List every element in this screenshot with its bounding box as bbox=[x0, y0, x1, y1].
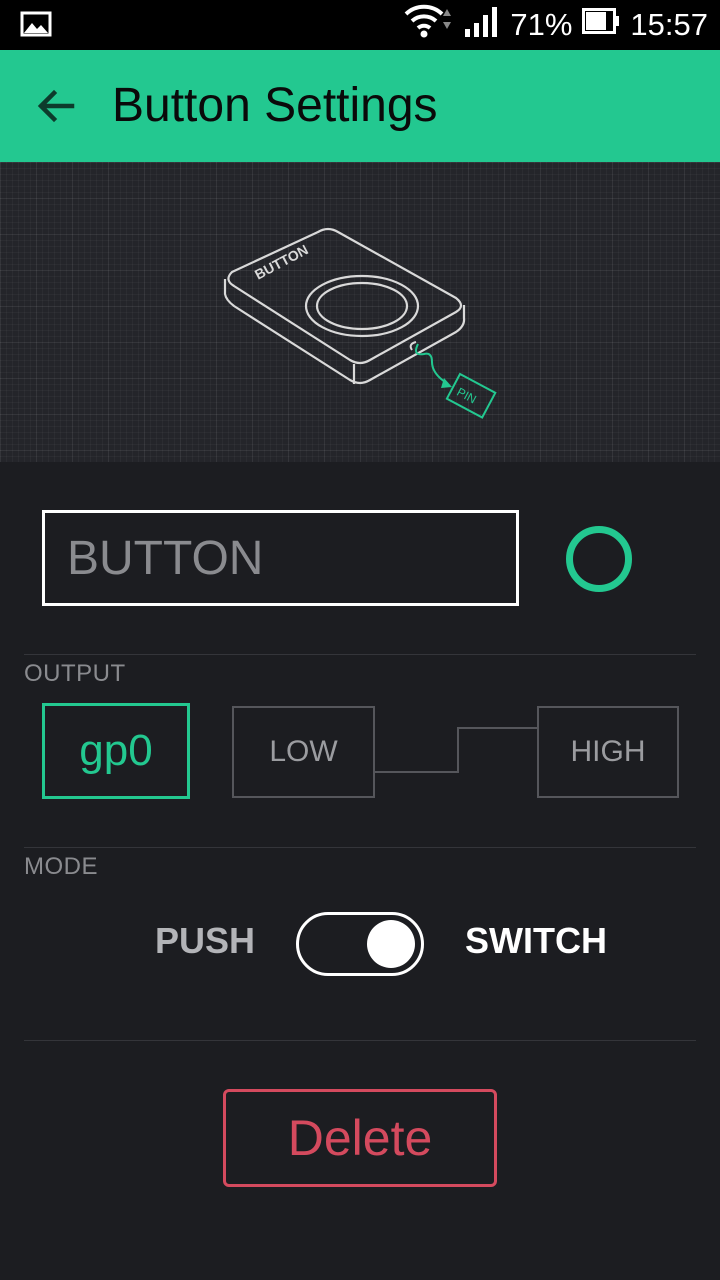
switch-mode-label: SWITCH bbox=[465, 920, 607, 961]
mode-section-label: MODE bbox=[24, 853, 98, 880]
low-value-field[interactable]: LOW bbox=[232, 706, 375, 798]
wifi-icon bbox=[404, 4, 454, 46]
app-bar: Button Settings bbox=[0, 50, 720, 162]
mode-toggle[interactable] bbox=[296, 912, 424, 976]
battery-icon bbox=[582, 7, 620, 43]
page-title: Button Settings bbox=[112, 79, 438, 132]
widget-illustration: BUTTON PIN bbox=[0, 162, 720, 462]
output-section-label: OUTPUT bbox=[24, 660, 126, 687]
delete-button[interactable]: Delete bbox=[223, 1089, 497, 1187]
clock: 15:57 bbox=[630, 7, 708, 42]
battery-percent: 71% bbox=[510, 7, 573, 42]
status-bar: 71% 15:57 bbox=[0, 0, 720, 50]
toggle-knob bbox=[367, 920, 415, 968]
divider bbox=[24, 1040, 696, 1041]
back-button[interactable] bbox=[34, 84, 78, 128]
divider bbox=[24, 847, 696, 848]
color-picker-button[interactable] bbox=[566, 526, 632, 592]
signal-waveform bbox=[373, 727, 538, 773]
illustration-button-label: BUTTON bbox=[252, 241, 311, 282]
widget-name-field[interactable] bbox=[42, 510, 519, 606]
illustration-pin-label: PIN bbox=[454, 385, 478, 407]
push-mode-label: PUSH bbox=[155, 920, 256, 961]
arrow-left-icon bbox=[37, 89, 75, 123]
gallery-notification-icon bbox=[20, 10, 52, 43]
widget-name-input[interactable] bbox=[45, 513, 516, 603]
high-value-field[interactable]: HIGH bbox=[537, 706, 679, 798]
signal-icon bbox=[464, 5, 500, 45]
divider bbox=[24, 654, 696, 655]
pin-select-button[interactable]: gp0 bbox=[42, 703, 190, 799]
